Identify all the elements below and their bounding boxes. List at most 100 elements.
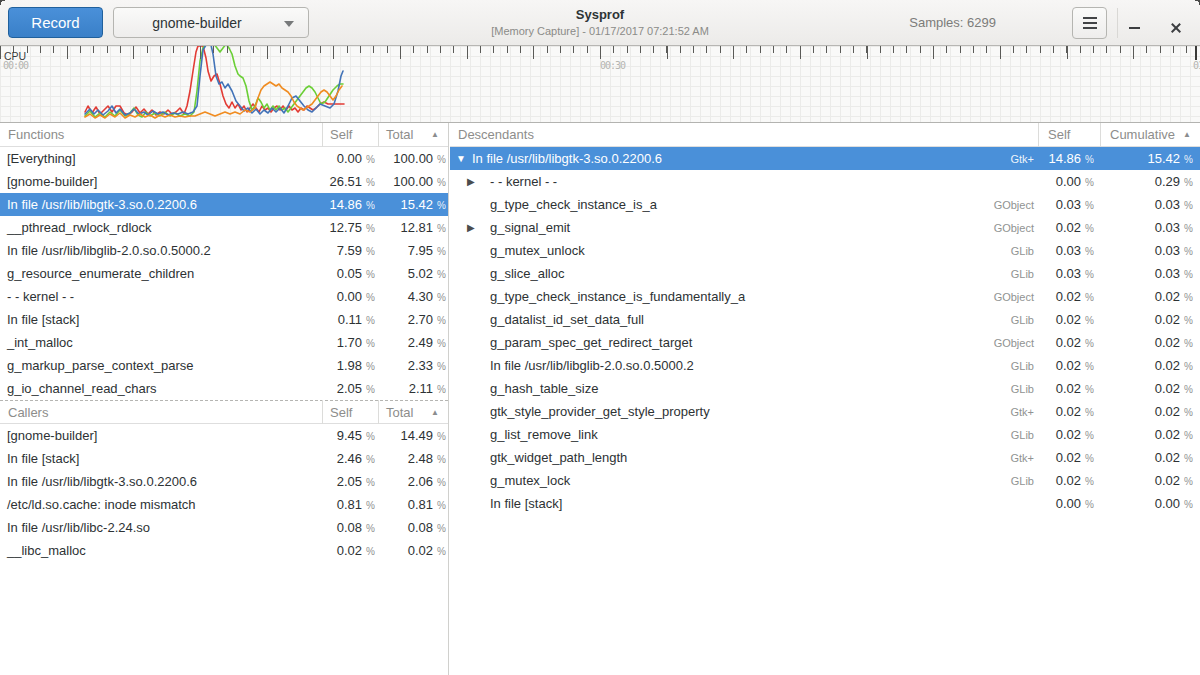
descendants-pane: Descendants Self Cumulative▲ ▼In file /u… [450,123,1200,675]
total-percent: 0.08% [378,520,448,535]
symbol-name: g_signal_emit [490,220,994,235]
self-percent: 0.02% [1038,289,1100,304]
table-row[interactable]: g_mutex_unlockGLib0.03%0.03% [450,239,1200,262]
symbol-name: In file /usr/lib/libc-2.24.so [0,520,322,535]
total-percent: 0.02% [1100,450,1200,465]
sort-ascending-icon: ▲ [431,130,439,139]
table-row[interactable]: ▶g_signal_emitGObject0.02%0.03% [450,216,1200,239]
symbol-name: In file /usr/lib/libgtk-3.so.0.2200.6 [472,151,1010,166]
table-row[interactable]: [gnome-builder]9.45%14.49% [0,424,448,447]
table-row[interactable]: __pthread_rwlock_rdlock12.75%12.81% [0,216,448,239]
total-percent: 15.42% [1100,151,1200,166]
table-row[interactable]: In file /usr/lib/libglib-2.0.so.0.5000.2… [0,239,448,262]
table-row[interactable]: g_datalist_id_set_data_fullGLib0.02%0.02… [450,308,1200,331]
table-row[interactable]: In file [stack]0.00%0.00% [450,492,1200,515]
minimize-icon [1129,27,1140,29]
time-label-mid: 00:30 [600,60,625,71]
close-button[interactable] [1160,7,1192,39]
table-row[interactable]: In file [stack]0.11%2.70% [0,308,448,331]
table-row[interactable]: ▼In file /usr/lib/libgtk-3.so.0.2200.6Gt… [450,147,1200,170]
library-name: GLib [1011,360,1038,372]
table-row[interactable]: g_mutex_lockGLib0.02%0.02% [450,469,1200,492]
callers-column[interactable]: Callers [0,400,322,424]
descendants-self-column[interactable]: Self [1038,123,1100,147]
table-row[interactable]: ▶- - kernel - -0.00%0.29% [450,170,1200,193]
cpu-graph[interactable]: CPU 00:00 00:30 01:00 [0,46,1200,122]
library-name: GLib [1011,475,1038,487]
window-title: Sysprof [400,7,800,22]
total-percent: 12.81% [378,220,448,235]
hamburger-icon [1083,17,1097,19]
menu-button[interactable] [1072,7,1107,39]
self-percent: 14.86% [322,197,378,212]
minimize-button[interactable] [1118,7,1150,39]
table-row[interactable]: - - kernel - -0.00%4.30% [0,285,448,308]
descendants-column[interactable]: Descendants [450,123,1038,147]
window-subtitle: [Memory Capture] - 01/17/2017 07:21:52 A… [400,25,800,37]
table-row[interactable]: [gnome-builder]26.51%100.00% [0,170,448,193]
table-row[interactable]: In file /usr/lib/libgtk-3.so.0.2200.614.… [0,193,448,216]
self-percent: 1.70% [322,335,378,350]
record-button[interactable]: Record [8,7,103,38]
self-percent: 0.00% [1038,174,1100,189]
table-row[interactable]: g_markup_parse_context_parse1.98%2.33% [0,354,448,377]
table-row[interactable]: [Everything]0.00%100.00% [0,147,448,170]
self-percent: 0.02% [322,543,378,558]
expander-closed-icon[interactable]: ▶ [467,176,490,187]
table-row[interactable]: g_slice_allocGLib0.03%0.03% [450,262,1200,285]
symbol-name: __libc_malloc [0,543,322,558]
table-row[interactable]: g_io_channel_read_chars2.05%2.11% [0,377,448,400]
table-row[interactable]: In file /usr/lib/libgtk-3.so.0.2200.62.0… [0,470,448,493]
functions-table-header: Functions Self Total▲ [0,123,448,147]
symbol-name: g_markup_parse_context_parse [0,358,322,373]
window-corner [0,0,5,5]
table-row[interactable]: g_hash_table_sizeGLib0.02%0.02% [450,377,1200,400]
headerbar: Record gnome-builder Sysprof [Memory Cap… [0,0,1200,46]
table-row[interactable]: gtk_style_provider_get_style_propertyGtk… [450,400,1200,423]
symbol-name: g_resource_enumerate_children [0,266,322,281]
table-row[interactable]: _int_malloc1.70%2.49% [0,331,448,354]
callers-self-column[interactable]: Self [322,400,378,424]
symbol-name: /etc/ld.so.cache: inode mismatch [0,497,322,512]
callers-total-column[interactable]: Total▲ [378,400,448,424]
functions-total-column[interactable]: Total▲ [378,123,448,147]
total-percent: 0.03% [1100,266,1200,281]
symbol-name: g_datalist_id_set_data_full [490,312,1011,327]
total-percent: 7.95% [378,243,448,258]
table-row[interactable]: g_resource_enumerate_children0.05%5.02% [0,262,448,285]
functions-self-column[interactable]: Self [322,123,378,147]
expander-closed-icon[interactable]: ▶ [467,222,490,233]
descendants-cumulative-column[interactable]: Cumulative▲ [1100,123,1200,147]
process-selector-dropdown[interactable]: gnome-builder [113,7,309,38]
symbol-name: In file [stack] [0,312,322,327]
table-row[interactable]: __libc_malloc0.02%0.02% [0,539,448,562]
window-corner [1195,0,1200,5]
table-row[interactable]: gtk_widget_path_lengthGtk+0.02%0.02% [450,446,1200,469]
table-row[interactable]: g_type_check_instance_is_fundamentally_a… [450,285,1200,308]
table-row[interactable]: In file /usr/lib/libglib-2.0.so.0.5000.2… [450,354,1200,377]
self-percent: 0.03% [1038,243,1100,258]
library-name: GLib [1011,429,1038,441]
self-percent: 0.00% [322,289,378,304]
table-row[interactable]: g_type_check_instance_is_aGObject0.03%0.… [450,193,1200,216]
self-percent: 0.02% [1038,220,1100,235]
table-row[interactable]: In file [stack]2.46%2.48% [0,447,448,470]
table-row[interactable]: In file /usr/lib/libc-2.24.so0.08%0.08% [0,516,448,539]
library-name: GObject [994,199,1038,211]
self-percent: 7.59% [322,243,378,258]
table-row[interactable]: /etc/ld.so.cache: inode mismatch0.81%0.8… [0,493,448,516]
self-percent: 9.45% [322,428,378,443]
library-name: GLib [1011,245,1038,257]
table-row[interactable]: g_param_spec_get_redirect_targetGObject0… [450,331,1200,354]
symbol-name: g_io_channel_read_chars [0,381,322,396]
symbol-name: g_type_check_instance_is_fundamentally_a [490,289,994,304]
table-row[interactable]: g_list_remove_linkGLib0.02%0.02% [450,423,1200,446]
callers-list: [gnome-builder]9.45%14.49%In file [stack… [0,424,448,562]
total-percent: 0.81% [378,497,448,512]
time-label-end: 01:00 [1193,60,1200,71]
total-percent: 2.11% [378,381,448,396]
functions-column[interactable]: Functions [0,123,322,147]
symbol-name: g_mutex_unlock [490,243,1011,258]
library-name: GObject [994,291,1038,303]
expander-open-icon[interactable]: ▼ [456,153,472,164]
